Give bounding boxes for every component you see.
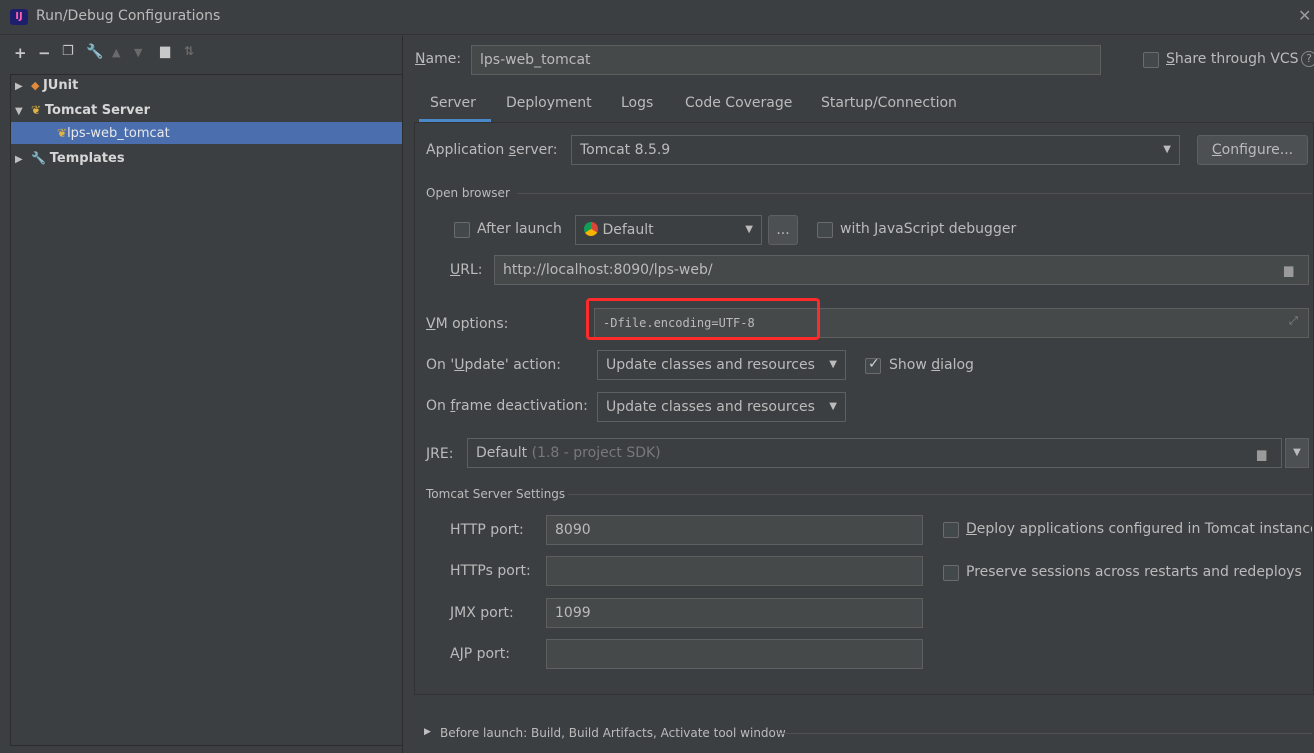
chevron-down-icon: ▼ <box>829 359 837 370</box>
expand-icon[interactable]: ⤢ <box>1289 314 1298 328</box>
section-divider <box>568 494 1312 495</box>
tab-logs[interactable]: Logs <box>621 95 653 111</box>
remove-icon[interactable]: − <box>38 44 51 62</box>
chevron-down-icon: ▼ <box>1163 144 1171 155</box>
show-dialog-checkbox[interactable] <box>865 356 881 374</box>
after-launch-label[interactable]: After launch <box>477 221 562 237</box>
http-port-label: HTTP port: <box>450 522 524 538</box>
section-divider <box>517 193 1312 194</box>
jre-label: JRE: <box>426 446 454 462</box>
update-action-label: On 'Update' action: <box>426 357 562 373</box>
folder-icon[interactable]: ▆ <box>1257 447 1266 461</box>
chevron-down-icon: ▼ <box>745 224 753 235</box>
move-up-icon[interactable]: ▲ <box>112 46 120 59</box>
chevron-down-icon: ▼ <box>829 401 837 412</box>
open-browser-section-label: Open browser <box>426 186 510 200</box>
share-vcs-label[interactable]: Share through VCS <box>1166 51 1299 67</box>
jmx-port-label: JMX port: <box>450 605 514 621</box>
jre-dropdown-button[interactable]: ▼ <box>1285 438 1309 468</box>
jre-input[interactable]: Default (1.8 - project SDK) <box>467 438 1282 468</box>
show-dialog-label[interactable]: Show dialog <box>889 357 974 373</box>
expand-arrow-icon[interactable]: ▶ <box>15 76 31 98</box>
tab-server[interactable]: Server <box>430 95 476 111</box>
after-launch-checkbox[interactable] <box>454 222 470 238</box>
wrench-icon: 🔧 <box>31 151 50 165</box>
help-icon[interactable]: ? <box>1301 51 1314 67</box>
js-debugger-checkbox[interactable] <box>817 222 833 238</box>
tree-item-lps-web-tomcat[interactable]: ❦lps-web_tomcat <box>11 122 402 144</box>
url-label: URL: <box>450 262 483 278</box>
junit-icon: ◆ <box>31 79 43 92</box>
tomcat-settings-section-label: Tomcat Server Settings <box>426 487 566 501</box>
window-title: Run/Debug Configurations <box>36 8 221 24</box>
ajp-port-label: AJP port: <box>450 646 511 662</box>
move-down-icon[interactable]: ▼ <box>134 46 142 59</box>
tab-startup-connection[interactable]: Startup/Connection <box>821 95 957 111</box>
chrome-icon <box>584 222 598 236</box>
expand-arrow-icon[interactable]: ▶ <box>424 727 431 737</box>
app-server-select[interactable]: Tomcat 8.5.9 ▼ <box>571 135 1180 165</box>
configuration-tree: ▶ ◆ JUnit ▼ ❦ Tomcat Server ❦lps-web_tomca… <box>10 74 403 746</box>
share-vcs-checkbox[interactable] <box>1143 52 1159 68</box>
tab-deployment[interactable]: Deployment <box>506 95 592 111</box>
close-icon[interactable]: ✕ <box>1298 6 1311 25</box>
configure-button[interactable]: Configure... <box>1197 135 1308 165</box>
sort-icon[interactable]: ⇅ <box>184 44 194 58</box>
collapse-arrow-icon[interactable]: ▼ <box>15 101 31 123</box>
name-label: Name: <box>415 51 462 67</box>
app-server-label: Application server: <box>426 142 558 158</box>
ajp-port-input[interactable] <box>546 639 923 669</box>
copy-icon[interactable]: ❐ <box>62 44 74 59</box>
browser-select[interactable]: Default ▼ <box>575 215 762 245</box>
browser-options-button[interactable]: ... <box>768 215 798 245</box>
frame-deactivation-select[interactable]: Update classes and resources ▼ <box>597 392 846 422</box>
update-action-select[interactable]: Update classes and resources ▼ <box>597 350 846 380</box>
add-icon[interactable]: + <box>14 44 27 62</box>
http-port-input[interactable]: 8090 <box>546 515 923 545</box>
tomcat-icon: ❦ <box>31 103 45 117</box>
folder-icon[interactable]: ▆ <box>160 44 170 59</box>
folder-icon[interactable]: ▆ <box>1284 263 1293 277</box>
https-port-input[interactable] <box>546 556 923 586</box>
tree-item-templates[interactable]: ▶ 🔧 Templates <box>15 147 125 169</box>
wrench-icon[interactable]: 🔧 <box>86 44 103 60</box>
tree-item-junit[interactable]: ▶ ◆ JUnit <box>15 75 78 97</box>
highlight-box <box>586 298 820 340</box>
vm-options-label: VM options: <box>426 316 509 332</box>
https-port-label: HTTPs port: <box>450 563 531 579</box>
name-input[interactable]: lps-web_tomcat <box>471 45 1101 75</box>
tomcat-icon: ❦ <box>57 126 68 140</box>
section-divider <box>778 733 1312 734</box>
frame-deactivation-label: On frame deactivation: <box>426 398 588 414</box>
jmx-port-input[interactable]: 1099 <box>546 598 923 628</box>
expand-arrow-icon[interactable]: ▶ <box>15 149 31 171</box>
tab-code-coverage[interactable]: Code Coverage <box>685 95 792 111</box>
preserve-sessions-checkbox[interactable] <box>943 565 959 581</box>
intellij-app-icon: IJ <box>10 9 28 25</box>
tree-item-tomcat-server[interactable]: ▼ ❦ Tomcat Server <box>15 99 150 121</box>
deploy-apps-label[interactable]: Deploy applications configured in Tomcat… <box>966 521 1312 537</box>
url-input[interactable]: http://localhost:8090/lps-web/ <box>494 255 1309 285</box>
before-launch-label[interactable]: Before launch: Build, Build Artifacts, A… <box>440 726 786 740</box>
deploy-apps-checkbox[interactable] <box>943 522 959 538</box>
js-debugger-label[interactable]: with JavaScript debugger <box>840 221 1016 237</box>
preserve-sessions-label[interactable]: Preserve sessions across restarts and re… <box>966 564 1302 580</box>
